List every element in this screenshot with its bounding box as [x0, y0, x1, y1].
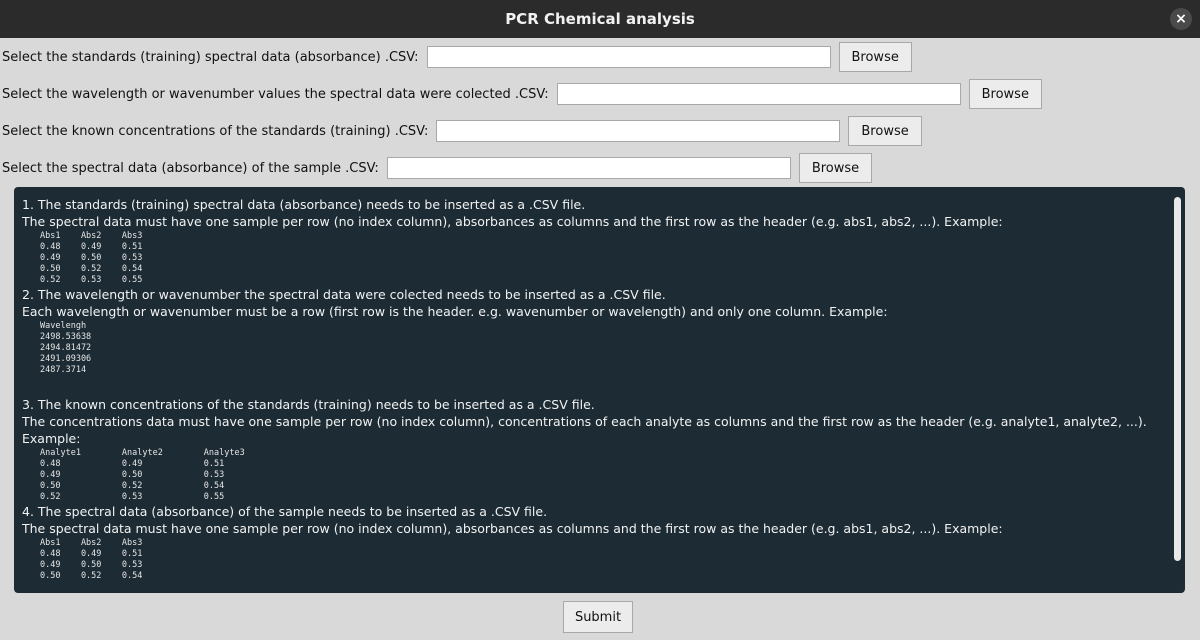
- instruction-2-example: Wavelengh 2498.53638 2494.81472 2491.093…: [40, 321, 92, 375]
- instructions-panel[interactable]: 1. The standards (training) spectral dat…: [14, 187, 1185, 593]
- instruction-2-heading: 2. The wavelength or wavenumber the spec…: [22, 287, 666, 302]
- standards-spectra-browse-button[interactable]: Browse: [838, 42, 912, 72]
- instruction-3-example-label: Example:: [22, 431, 81, 446]
- sample-spectra-label: Select the spectral data (absorbance) of…: [2, 160, 379, 176]
- title-bar: PCR Chemical analysis ×: [0, 0, 1200, 38]
- wavelength-field[interactable]: [556, 83, 961, 105]
- instructions-content: 1. The standards (training) spectral dat…: [22, 196, 1167, 582]
- sample-spectra-browse-button[interactable]: Browse: [798, 153, 873, 183]
- instruction-1-heading: 1. The standards (training) spectral dat…: [22, 197, 586, 212]
- window-title: PCR Chemical analysis: [505, 10, 695, 28]
- instruction-3-description: The concentrations data must have one sa…: [22, 414, 1147, 429]
- concentrations-row: Select the known concentrations of the s…: [0, 116, 922, 146]
- instruction-2-description: Each wavelength or wavenumber must be a …: [22, 304, 888, 319]
- instruction-3-example: Analyte1 Analyte2 Analyte3 0.48 0.49 0.5…: [40, 448, 245, 502]
- concentrations-label: Select the known concentrations of the s…: [2, 123, 429, 139]
- panel-scrollbar[interactable]: [1174, 197, 1181, 561]
- concentrations-field[interactable]: [436, 120, 841, 142]
- close-icon[interactable]: ×: [1170, 8, 1192, 30]
- wavelength-label: Select the wavelength or wavenumber valu…: [2, 86, 549, 102]
- concentrations-browse-button[interactable]: Browse: [848, 116, 922, 146]
- standards-spectra-row: Select the standards (training) spectral…: [0, 42, 912, 72]
- standards-spectra-field[interactable]: [426, 46, 831, 68]
- instruction-1-example: Abs1 Abs2 Abs3 0.48 0.49 0.51 0.49 0.50 …: [40, 231, 143, 285]
- app-window: PCR Chemical analysis × Select the stand…: [0, 0, 1200, 640]
- instruction-4-example: Abs1 Abs2 Abs3 0.48 0.49 0.51 0.49 0.50 …: [40, 538, 143, 581]
- instruction-4-description: The spectral data must have one sample p…: [22, 521, 1003, 536]
- instruction-3-heading: 3. The known concentrations of the stand…: [22, 397, 595, 412]
- standards-spectra-label: Select the standards (training) spectral…: [2, 49, 419, 65]
- submit-button[interactable]: Submit: [563, 601, 633, 633]
- wavelength-row: Select the wavelength or wavenumber valu…: [0, 79, 1042, 109]
- instruction-4-heading: 4. The spectral data (absorbance) of the…: [22, 504, 548, 519]
- instruction-1-description: The spectral data must have one sample p…: [22, 214, 1003, 229]
- wavelength-browse-button[interactable]: Browse: [968, 79, 1042, 109]
- sample-spectra-row: Select the spectral data (absorbance) of…: [0, 153, 873, 183]
- sample-spectra-field[interactable]: [386, 157, 791, 179]
